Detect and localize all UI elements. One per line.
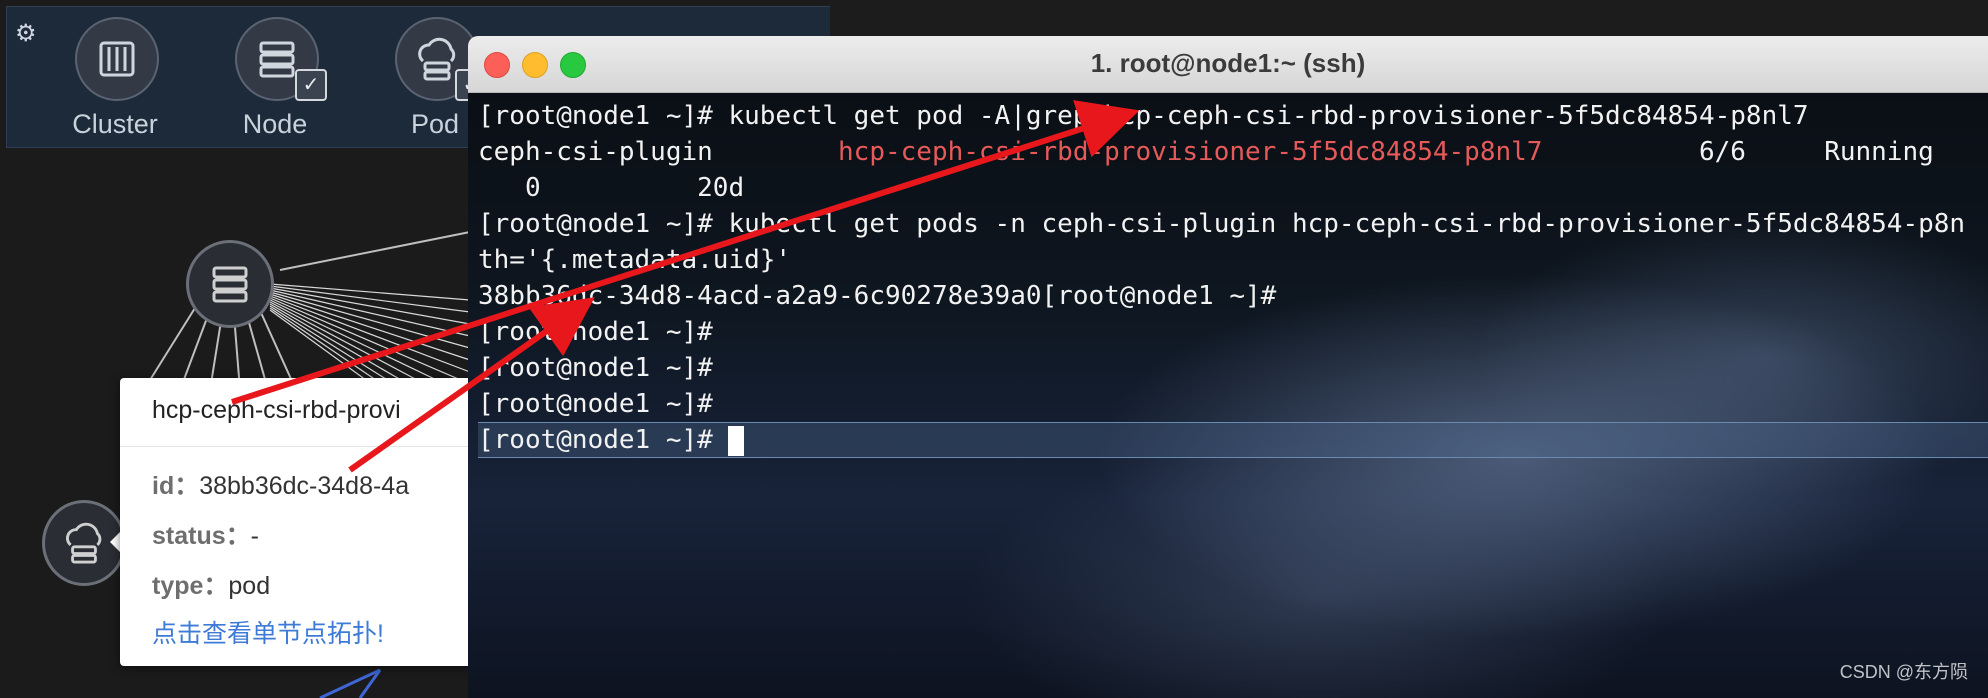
annotation-arrow-podname [231, 100, 1140, 405]
annotation-arrows [231, 100, 1140, 473]
